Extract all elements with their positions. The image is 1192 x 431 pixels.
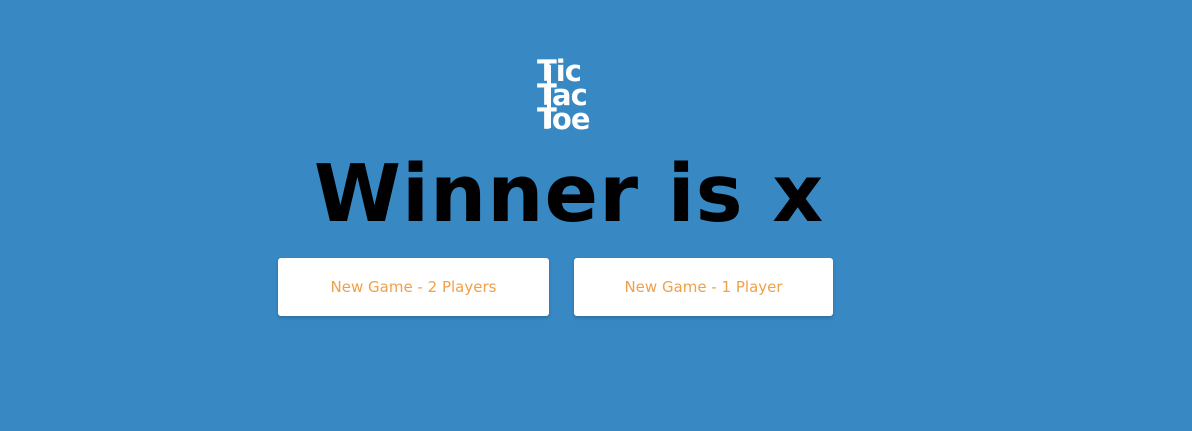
winner-message: Winner is x xyxy=(313,148,825,240)
tic-tac-toe-logo: Tic Tac Toe xyxy=(537,56,601,136)
new-game-two-players-button[interactable]: New Game - 2 Players xyxy=(278,258,549,316)
logo-line-toe: Toe xyxy=(537,102,591,136)
new-game-one-player-button[interactable]: New Game - 1 Player xyxy=(574,258,833,316)
